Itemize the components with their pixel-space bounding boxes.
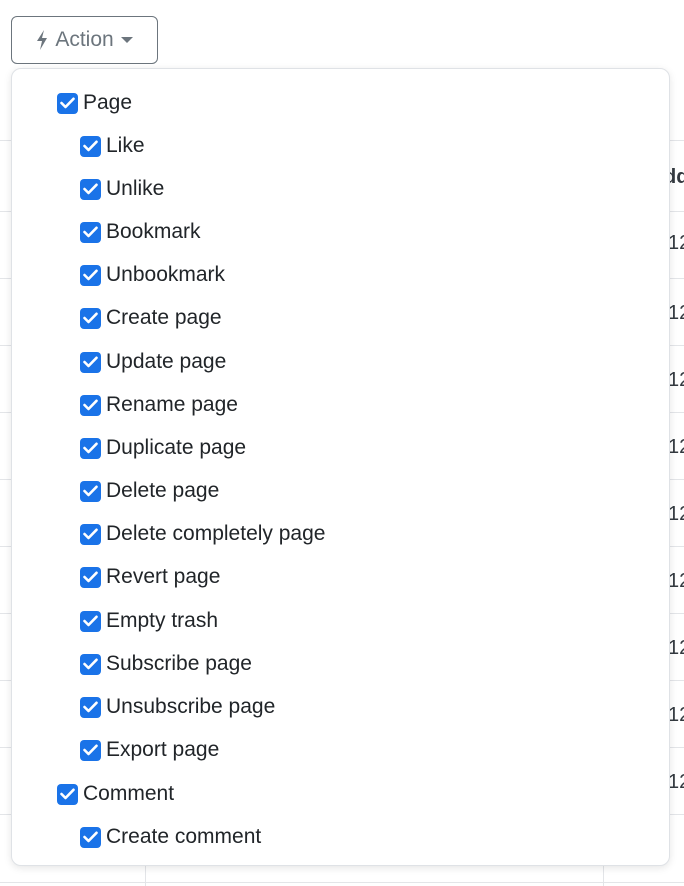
option-unsubscribe-page[interactable]: Unsubscribe page bbox=[80, 692, 275, 722]
checkbox-checked[interactable] bbox=[80, 437, 101, 459]
table-cell-fragment: 12 bbox=[668, 771, 684, 793]
option-revert-page[interactable]: Revert page bbox=[80, 562, 220, 592]
checkbox-checked[interactable] bbox=[80, 307, 101, 329]
option-unlike[interactable]: Unlike bbox=[80, 174, 164, 204]
lightning-icon bbox=[35, 29, 49, 51]
action-dropdown-button[interactable]: Action bbox=[11, 16, 158, 64]
option-label: Create comment bbox=[106, 825, 262, 848]
option-group-comment[interactable]: Comment bbox=[57, 779, 174, 809]
option-label: Comment bbox=[83, 782, 175, 805]
table-cell-fragment: 12 bbox=[668, 232, 684, 254]
option-label: Page bbox=[83, 91, 133, 114]
option-label: Delete completely page bbox=[106, 522, 326, 545]
option-delete-completely-page[interactable]: Delete completely page bbox=[80, 519, 325, 549]
checkbox-checked[interactable] bbox=[80, 739, 101, 761]
action-filter-dropdown: Page Like Unlike Bookmark Unbookmark Cre… bbox=[11, 68, 670, 866]
table-cell-fragment: 12 bbox=[668, 503, 684, 525]
checkbox-checked[interactable] bbox=[80, 696, 101, 718]
table-cell-fragment: 12 bbox=[668, 570, 684, 592]
option-label: Rename page bbox=[106, 393, 238, 416]
option-unbookmark[interactable]: Unbookmark bbox=[80, 260, 225, 290]
option-empty-trash[interactable]: Empty trash bbox=[80, 606, 218, 636]
option-label: Empty trash bbox=[106, 609, 219, 632]
checkbox-checked[interactable] bbox=[80, 523, 101, 545]
checkbox-checked[interactable] bbox=[80, 178, 101, 200]
checkbox-checked[interactable] bbox=[80, 610, 101, 632]
checkbox-checked[interactable] bbox=[57, 783, 78, 805]
table-cell-fragment: 12 bbox=[668, 436, 684, 458]
option-label: Bookmark bbox=[106, 220, 201, 243]
option-create-comment[interactable]: Create comment bbox=[80, 822, 261, 852]
table-divider bbox=[0, 882, 684, 883]
page: dd 12 12 12 12 12 12 12 12 12 Action Pag… bbox=[0, 0, 684, 886]
table-cell-fragment: 12 bbox=[668, 637, 684, 659]
option-export-page[interactable]: Export page bbox=[80, 735, 219, 765]
option-label: Delete page bbox=[106, 479, 220, 502]
checkbox-checked[interactable] bbox=[80, 264, 101, 286]
checkbox-checked[interactable] bbox=[80, 566, 101, 588]
option-bookmark[interactable]: Bookmark bbox=[80, 217, 201, 247]
option-label: Like bbox=[106, 134, 145, 157]
checkbox-checked[interactable] bbox=[57, 92, 78, 114]
table-cell-fragment: 12 bbox=[668, 704, 684, 726]
option-label: Subscribe page bbox=[106, 652, 252, 675]
option-label: Create page bbox=[106, 306, 222, 329]
option-update-page[interactable]: Update page bbox=[80, 347, 226, 377]
action-button-label: Action bbox=[55, 28, 114, 51]
checkbox-checked[interactable] bbox=[80, 653, 101, 675]
option-label: Duplicate page bbox=[106, 436, 247, 459]
checkbox-checked[interactable] bbox=[80, 351, 101, 373]
caret-down-icon bbox=[120, 35, 134, 45]
option-subscribe-page[interactable]: Subscribe page bbox=[80, 649, 252, 679]
table-cell-fragment: 12 bbox=[668, 302, 684, 324]
checkbox-checked[interactable] bbox=[80, 826, 101, 848]
checkbox-checked[interactable] bbox=[80, 394, 101, 416]
option-label: Unsubscribe page bbox=[106, 695, 276, 718]
option-label: Update page bbox=[106, 350, 227, 373]
option-duplicate-page[interactable]: Duplicate page bbox=[80, 433, 246, 463]
option-label: Export page bbox=[106, 738, 220, 761]
option-rename-page[interactable]: Rename page bbox=[80, 390, 238, 420]
option-label: Unbookmark bbox=[106, 263, 226, 286]
option-delete-page[interactable]: Delete page bbox=[80, 476, 219, 506]
option-like[interactable]: Like bbox=[80, 131, 145, 161]
table-cell-fragment: 12 bbox=[668, 369, 684, 391]
checkbox-checked[interactable] bbox=[80, 135, 101, 157]
checkbox-checked[interactable] bbox=[80, 221, 101, 243]
option-group-page[interactable]: Page bbox=[57, 88, 132, 118]
option-label: Revert page bbox=[106, 565, 221, 588]
option-label: Unlike bbox=[106, 177, 165, 200]
checkbox-checked[interactable] bbox=[80, 480, 101, 502]
option-create-page[interactable]: Create page bbox=[80, 303, 222, 333]
